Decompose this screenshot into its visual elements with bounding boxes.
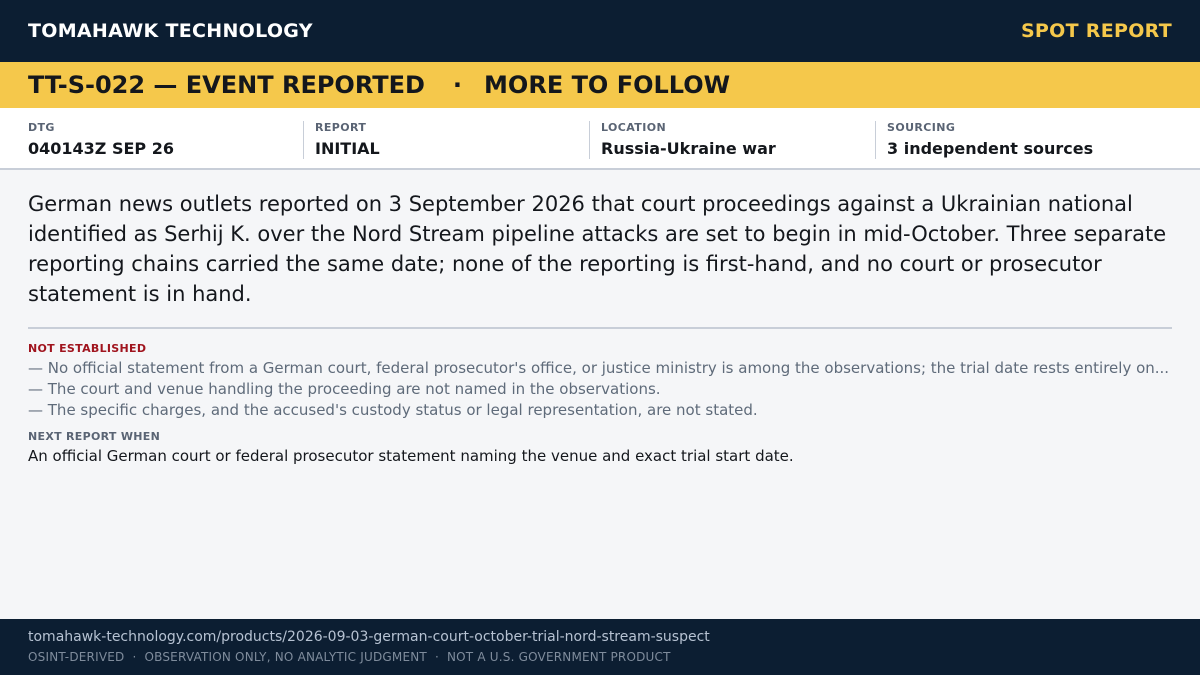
meta-value: INITIAL	[315, 139, 380, 158]
not-established-list: — No official statement from a German co…	[28, 358, 1172, 421]
meta-value: 040143Z SEP 26	[28, 139, 174, 158]
meta-location: LOCATION Russia-Ukraine war	[572, 108, 858, 168]
list-item: — The specific charges, and the accused'…	[28, 401, 758, 419]
brand-name: TOMAHAWK TECHNOLOGY	[28, 20, 313, 42]
report-id-status: TT-S-022 — EVENT REPORTED	[28, 71, 425, 99]
footer: tomahawk-technology.com/products/2026-09…	[0, 619, 1200, 675]
meta-value: Russia-Ukraine war	[601, 139, 776, 158]
meta-dtg: DTG 040143Z SEP 26	[0, 108, 286, 168]
footer-tags: OSINT-DERIVED · OBSERVATION ONLY, NO ANALY…	[28, 650, 1172, 664]
next-report-text: An official German court or federal pros…	[28, 447, 794, 465]
status-banner: TT-S-022 — EVENT REPORTED · MORE TO FOLL…	[0, 62, 1200, 108]
banner-separator: ·	[452, 71, 463, 99]
not-established-label: NOT ESTABLISHED	[28, 342, 147, 355]
footer-separator: ·	[132, 650, 137, 664]
report-type: SPOT REPORT	[1020, 20, 1172, 42]
report-summary: German news outlets reported on 3 Septem…	[28, 192, 1167, 306]
meta-label: SOURCING	[887, 121, 956, 134]
footer-tag: NOT A U.S. GOVERNMENT PRODUCT	[446, 650, 671, 664]
meta-report: REPORT INITIAL	[286, 108, 572, 168]
footer-tag: OSINT-DERIVED	[28, 650, 125, 664]
next-report-label: NEXT REPORT WHEN	[28, 430, 161, 443]
meta-label: REPORT	[315, 121, 367, 134]
section-divider	[28, 327, 1172, 329]
list-item: — The court and venue handling the proce…	[28, 380, 661, 398]
metadata-row: DTG 040143Z SEP 26 REPORT INITIAL LOCATI…	[0, 108, 1200, 170]
meta-label: LOCATION	[601, 121, 667, 134]
meta-sourcing: SOURCING 3 independent sources	[858, 108, 1144, 168]
list-item: — No official statement from a German co…	[28, 359, 1170, 377]
meta-label: DTG	[28, 121, 55, 134]
top-bar: TOMAHAWK TECHNOLOGY SPOT REPORT	[0, 0, 1200, 62]
footer-separator: ·	[434, 650, 439, 664]
footer-tag: OBSERVATION ONLY, NO ANALYTIC JUDGMENT	[144, 650, 427, 664]
footer-url[interactable]: tomahawk-technology.com/products/2026-09…	[28, 629, 1172, 645]
meta-value: 3 independent sources	[887, 139, 1094, 158]
follow-status: MORE TO FOLLOW	[484, 71, 731, 99]
